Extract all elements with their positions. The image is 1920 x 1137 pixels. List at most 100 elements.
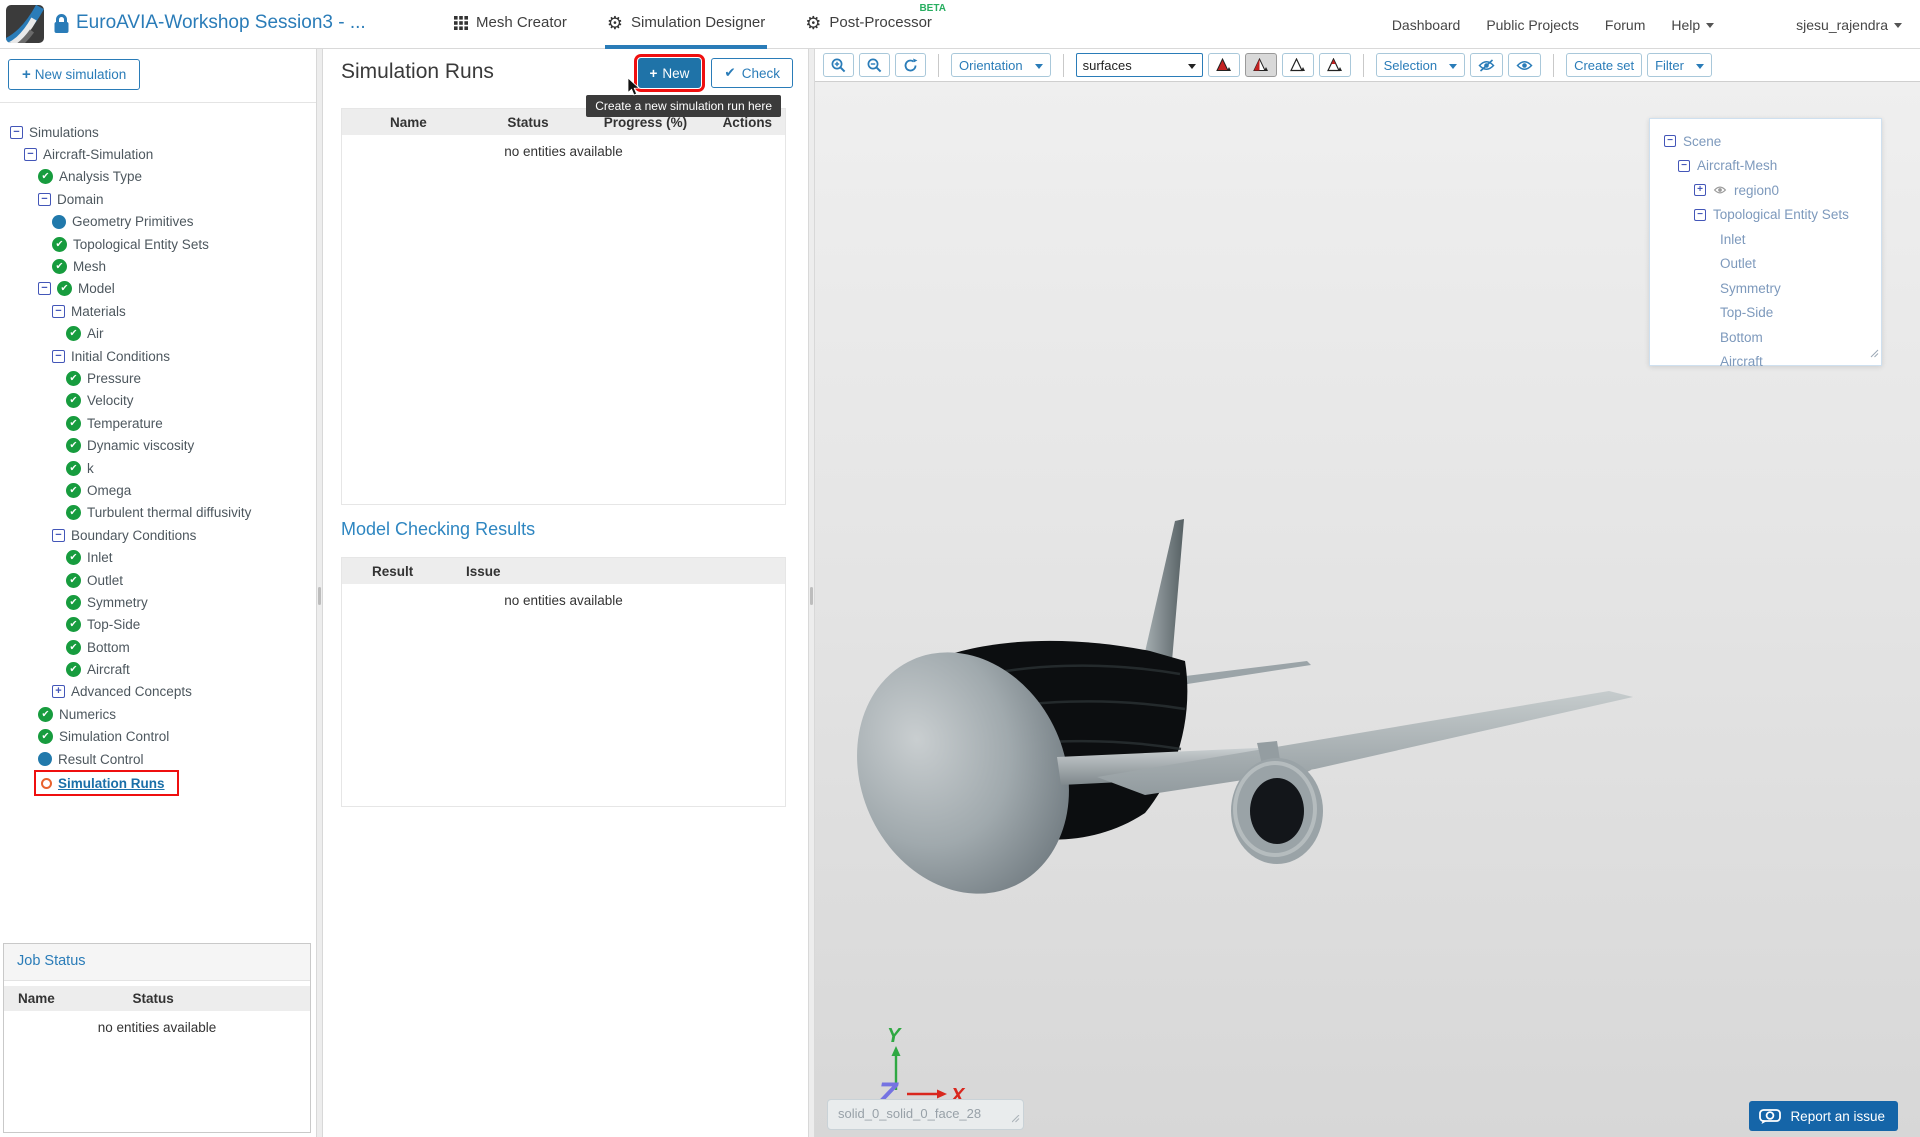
scene-item-top-side[interactable]: Top-Side [1650,301,1881,326]
tree-item-inlet[interactable]: ✔ Inlet [0,546,316,568]
create-set-label: Create set [1574,57,1635,73]
status-dot-icon [52,214,66,229]
collapse-icon[interactable]: − [10,125,23,139]
show-all-button[interactable] [1508,53,1542,77]
tree-item-mesh[interactable]: ✔ Mesh [0,255,316,277]
scene-item-label: Bottom [1720,329,1763,345]
scene-item-symmetry[interactable]: Symmetry [1650,276,1881,301]
tree-item-symmetry[interactable]: ✔ Symmetry [0,591,316,613]
viewport-splitter[interactable] [808,49,815,1137]
selected-face-field[interactable]: solid_0_solid_0_face_28 [827,1099,1024,1130]
tree-item-air[interactable]: ✔ Air [0,323,316,345]
collapse-icon[interactable]: − [1664,135,1676,148]
sidebar-splitter[interactable] [316,49,323,1137]
new-run-button[interactable]: + New [633,54,706,92]
tree-item-domain[interactable]: − Domain [0,188,316,210]
tree-item-top-side[interactable]: ✔ Top-Side [0,614,316,636]
tree-item-velocity[interactable]: ✔ Velocity [0,390,316,412]
tree-item-analysis-type[interactable]: ✔ Analysis Type [0,166,316,188]
tree-item-simulation-control[interactable]: ✔ Simulation Control [0,726,316,748]
tree-item-bottom[interactable]: ✔ Bottom [0,636,316,658]
tree-item-simulation-runs[interactable]: Simulation Runs [34,770,179,797]
zoom-out-button[interactable] [859,53,890,77]
link-dashboard[interactable]: Dashboard [1392,17,1461,33]
tab-mesh-creator[interactable]: Mesh Creator [452,0,569,49]
report-issue-button[interactable]: Report an issue [1749,1101,1898,1131]
eye-icon[interactable] [1713,183,1727,198]
user-menu[interactable]: sjesu_rajendra [1796,17,1902,33]
tree-item-label: Omega [87,482,132,498]
tree-item-aircraft[interactable]: ✔ Aircraft [0,658,316,680]
scene-item-aircraft[interactable]: Aircraft [1650,350,1881,375]
collapse-icon[interactable]: − [38,282,51,296]
show-half-toggle[interactable] [1244,53,1277,77]
link-forum[interactable]: Forum [1605,17,1645,33]
selection-label: Selection [1383,57,1438,73]
show-points-toggle[interactable] [1318,53,1351,77]
tree-item-label: k [87,460,94,476]
tree-item-outlet[interactable]: ✔ Outlet [0,569,316,591]
tree-item-advanced-concepts[interactable]: + Advanced Concepts [0,681,316,703]
orientation-dropdown[interactable]: Orientation [951,53,1051,77]
expand-icon[interactable]: + [52,685,65,699]
tree-item-dynamic-viscosity[interactable]: ✔ Dynamic viscosity [0,434,316,456]
collapse-icon[interactable]: − [52,528,65,542]
selection-dropdown[interactable]: Selection [1375,53,1466,77]
viewport-canvas[interactable]: − Scene − Aircraft-Mesh + region0− Topological… [815,82,1920,1137]
tree-item-initial-conditions[interactable]: − Initial Conditions [0,345,316,367]
collapse-icon[interactable]: − [52,304,65,318]
check-icon: ✔ [38,729,53,745]
create-set-button[interactable]: Create set [1566,53,1643,77]
zoom-in-button[interactable] [823,53,854,77]
link-public-projects[interactable]: Public Projects [1486,17,1579,33]
empty-state: no entities available [504,593,623,608]
tree-item-turbulent-thermal-diffusivity[interactable]: ✔ Turbulent thermal diffusivity [0,502,316,524]
tree-item-boundary-conditions[interactable]: − Boundary Conditions [0,524,316,546]
scene-item-topological-entity-sets[interactable]: − Topological Entity Sets [1650,203,1881,228]
scene-item-aircraft-mesh[interactable]: − Aircraft-Mesh [1650,154,1881,179]
show-wireframe-toggle[interactable] [1281,53,1314,77]
tree-item-label: Model [78,281,115,297]
tree-item-topological-entity-sets[interactable]: ✔ Topological Entity Sets [0,233,316,255]
collapse-icon[interactable]: − [1678,159,1690,172]
collapse-icon[interactable]: − [24,148,37,162]
tree-item-materials[interactable]: − Materials [0,300,316,322]
app-logo[interactable] [6,5,44,43]
show-solid-toggle[interactable] [1207,53,1240,77]
toolbar-separator [1362,53,1364,77]
tree-item-model[interactable]: − ✔ Model [0,278,316,300]
tab-simulation-designer[interactable]: ⚙ Simulation Designer [604,0,768,49]
scene-item-bottom[interactable]: Bottom [1650,325,1881,350]
splitter-grip [810,587,813,605]
reset-view-button[interactable] [895,53,926,77]
filter-dropdown[interactable]: Filter [1647,53,1712,77]
expand-icon[interactable]: + [1694,184,1706,197]
check-button[interactable]: ✔ Check [711,58,793,88]
tree-item-simulations[interactable]: − Simulations [0,121,316,143]
tree-item-geometry-primitives[interactable]: Geometry Primitives [0,211,316,233]
tree-item-result-control[interactable]: Result Control [0,748,316,770]
scene-item-inlet[interactable]: Inlet [1650,227,1881,252]
new-simulation-button[interactable]: + New simulation [8,59,141,90]
collapse-icon[interactable]: − [1694,208,1706,221]
tab-post-processor[interactable]: ⚙ Post-Processor BETA [803,0,946,49]
resize-handle-icon [1011,1111,1020,1126]
check-icon: ✔ [66,393,81,409]
project-title[interactable]: EuroAVIA-Workshop Session3 - ... [76,12,366,34]
help-menu[interactable]: Help [1671,17,1715,33]
scene-item-scene[interactable]: − Scene [1650,129,1881,154]
resize-handle-icon[interactable] [1870,345,1879,363]
render-mode-select[interactable]: surfaces [1075,53,1203,77]
scene-item-outlet[interactable]: Outlet [1650,252,1881,277]
mouse-cursor-icon [627,77,640,101]
scene-item-region0[interactable]: + region0 [1650,178,1881,203]
tree-item-temperature[interactable]: ✔ Temperature [0,412,316,434]
tree-item-k[interactable]: ✔ k [0,457,316,479]
hide-selected-button[interactable] [1470,53,1504,77]
tree-item-pressure[interactable]: ✔ Pressure [0,367,316,389]
collapse-icon[interactable]: − [52,349,65,363]
tree-item-omega[interactable]: ✔ Omega [0,479,316,501]
collapse-icon[interactable]: − [38,192,51,206]
tree-item-aircraft-simulation[interactable]: − Aircraft-Simulation [0,143,316,165]
tree-item-numerics[interactable]: ✔ Numerics [0,703,316,725]
